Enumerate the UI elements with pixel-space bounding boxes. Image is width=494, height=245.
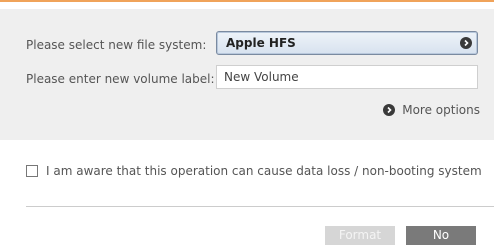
no-button-label: No: [432, 228, 450, 242]
confirmation-label[interactable]: I am aware that this operation can cause…: [46, 164, 482, 178]
confirmation-row: I am aware that this operation can cause…: [26, 164, 482, 178]
file-system-selected-value: Apple HFS: [226, 36, 296, 50]
file-system-label: Please select new file system:: [26, 38, 207, 52]
more-options-label: More options: [402, 103, 480, 117]
format-button-label: Format: [338, 228, 382, 242]
format-button[interactable]: Format: [325, 226, 395, 245]
chevron-right-icon: [460, 37, 472, 49]
divider: [26, 206, 494, 207]
chevron-right-icon: [383, 104, 396, 116]
confirmation-checkbox[interactable]: [26, 165, 38, 177]
more-options-link[interactable]: More options: [383, 102, 480, 118]
volume-label-input[interactable]: [216, 65, 478, 89]
volume-label-label: Please enter new volume label:: [26, 72, 215, 86]
no-button[interactable]: No: [406, 226, 476, 245]
top-accent-line: [0, 0, 494, 2]
file-system-select[interactable]: Apple HFS: [216, 31, 478, 55]
